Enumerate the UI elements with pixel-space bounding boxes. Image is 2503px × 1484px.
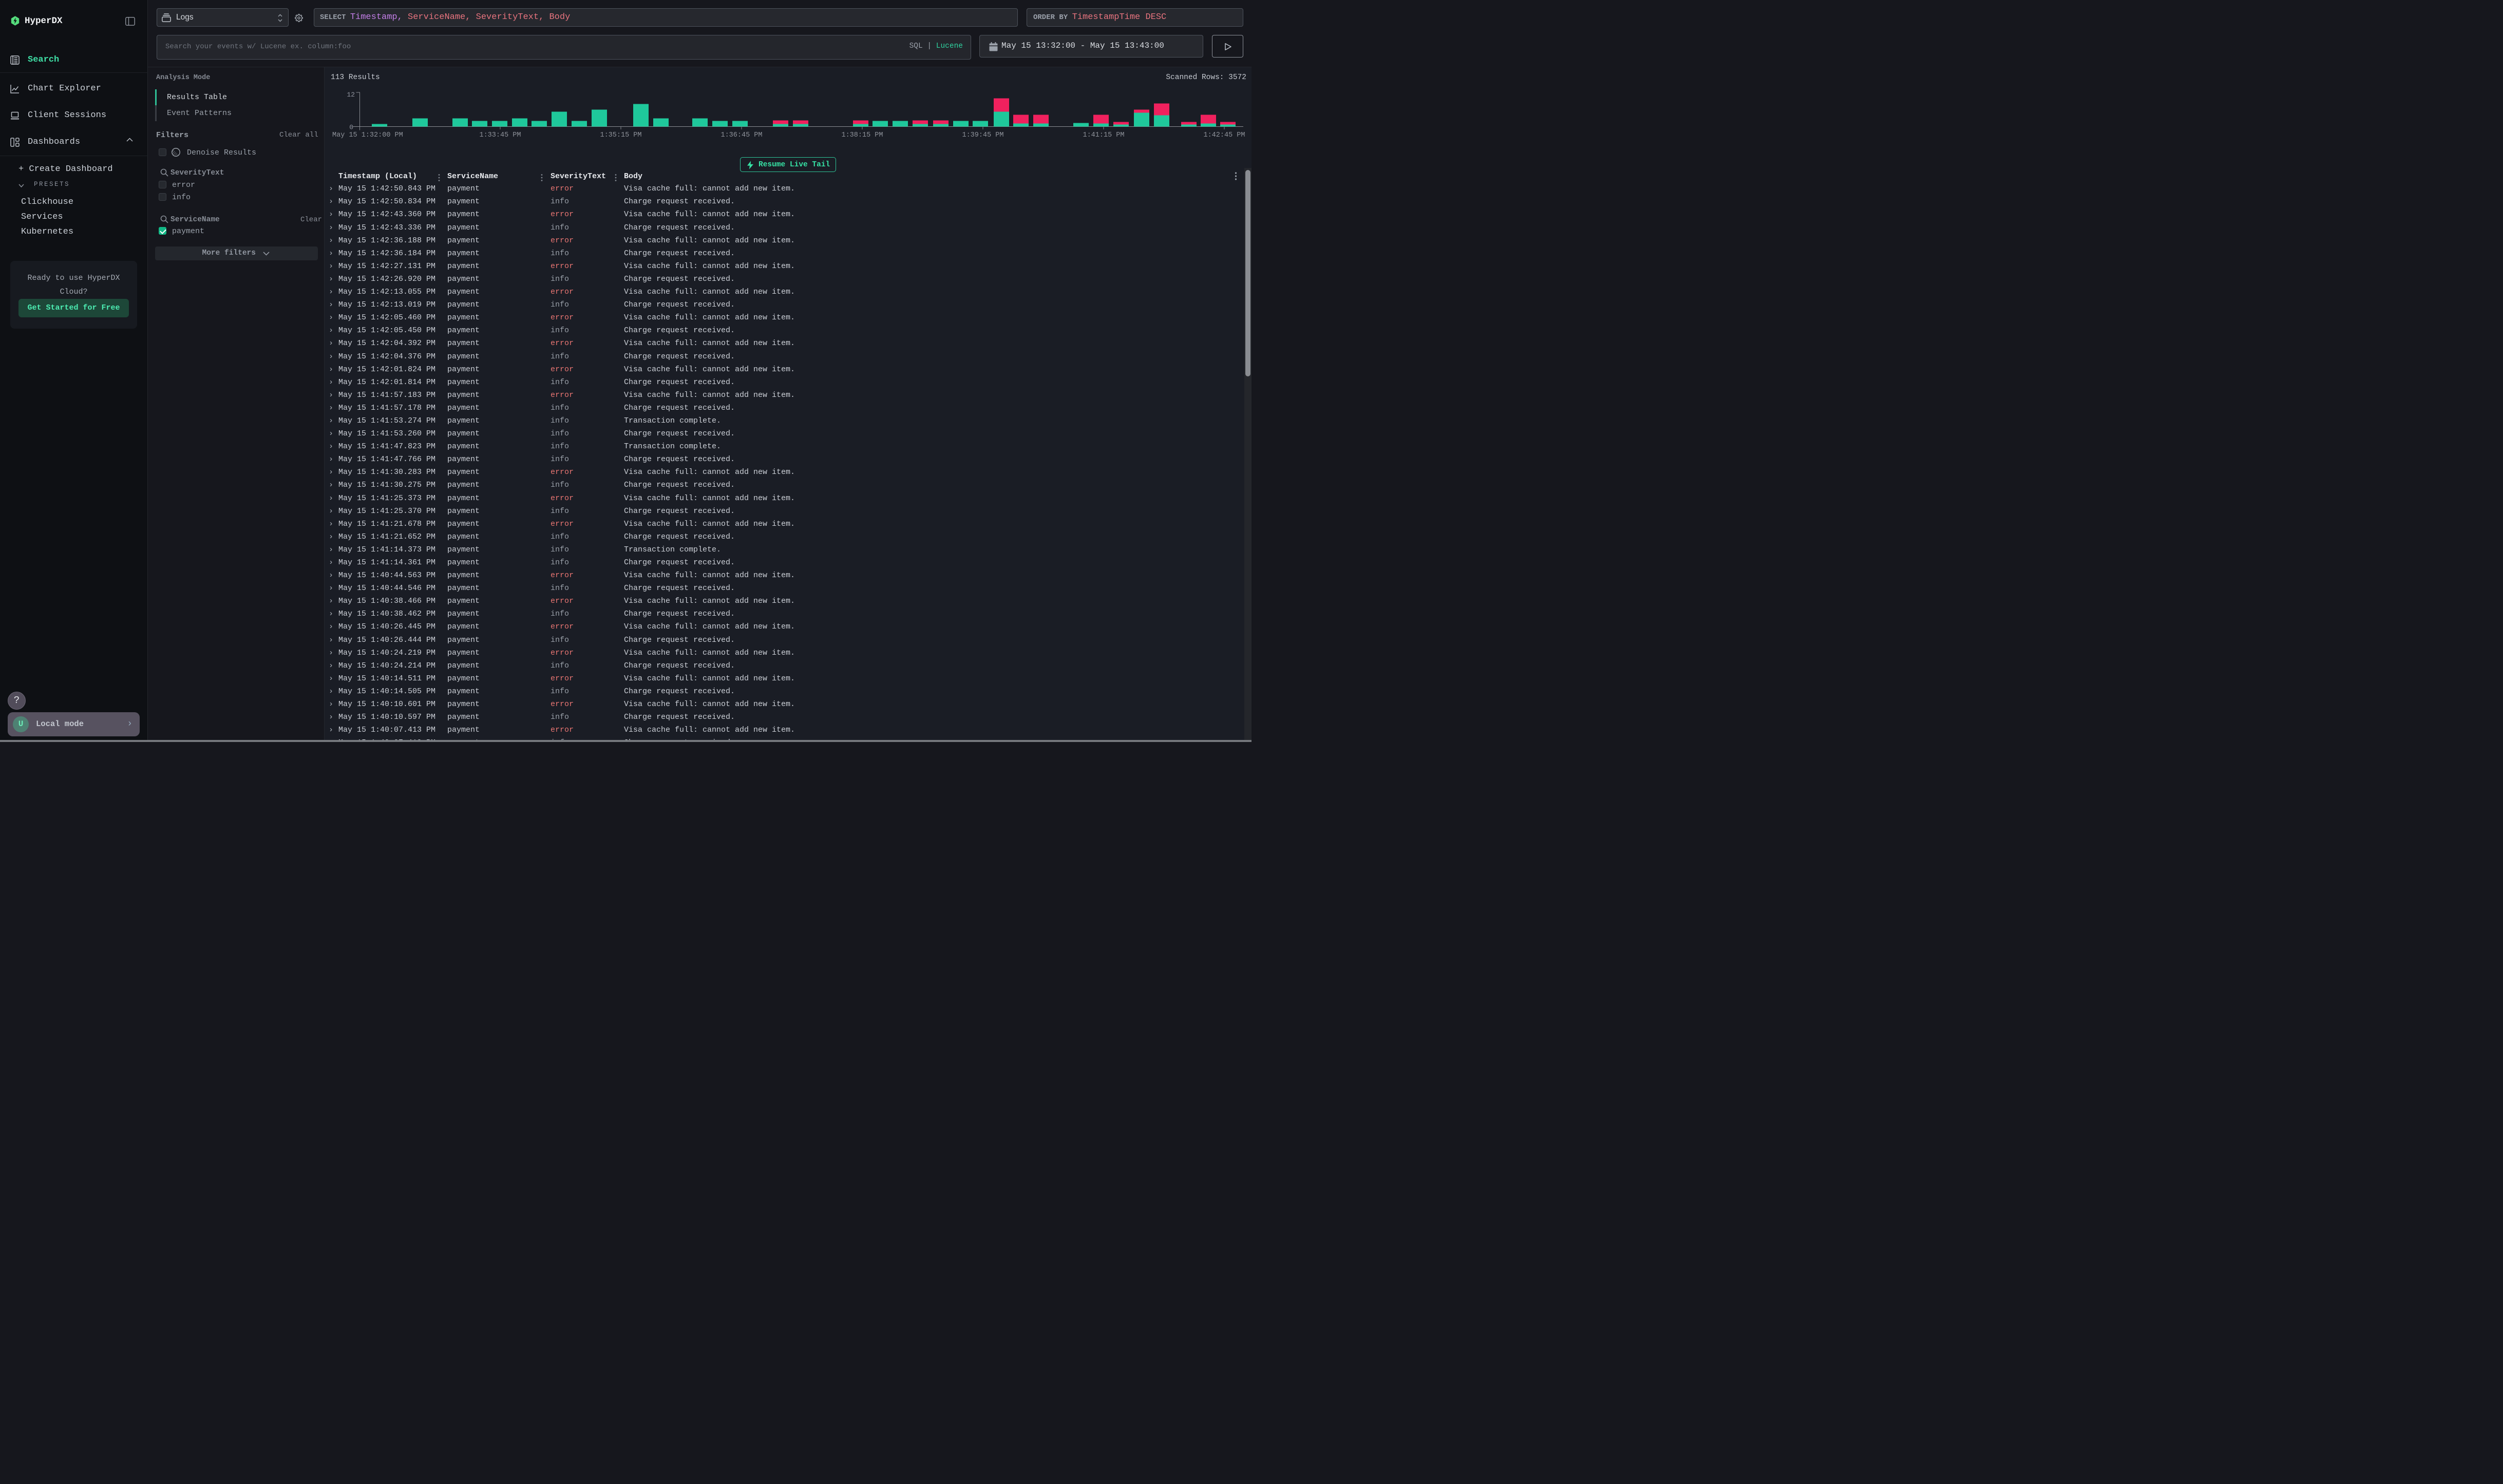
svg-text:1:39:45 PM: 1:39:45 PM	[962, 131, 1003, 139]
svg-text:12: 12	[347, 91, 355, 99]
svg-text:1:36:45 PM: 1:36:45 PM	[720, 131, 762, 139]
svg-text:1:35:15 PM: 1:35:15 PM	[600, 131, 641, 139]
svg-text:1:42:45 PM: 1:42:45 PM	[1203, 131, 1245, 139]
svg-text:May 15 1:32:00 PM: May 15 1:32:00 PM	[332, 131, 403, 139]
svg-text:0: 0	[349, 124, 353, 131]
svg-text:1:33:45 PM: 1:33:45 PM	[479, 131, 521, 139]
svg-text:1:38:15 PM: 1:38:15 PM	[841, 131, 883, 139]
svg-text:1:41:15 PM: 1:41:15 PM	[1083, 131, 1124, 139]
